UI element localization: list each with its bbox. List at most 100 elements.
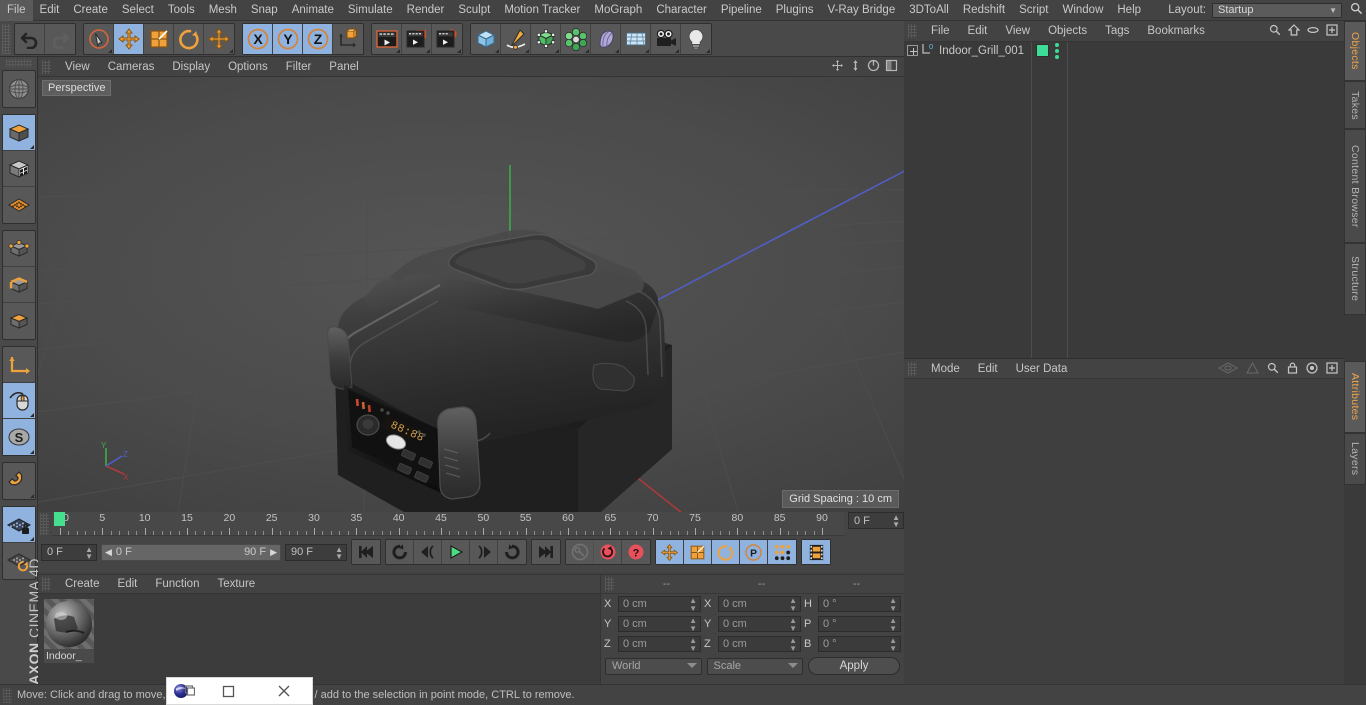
- viewport-menu-filter[interactable]: Filter: [277, 57, 321, 77]
- pos-y-field[interactable]: 0 cm ▲ ▼: [618, 616, 701, 633]
- spinner-icon[interactable]: ▲ ▼: [789, 637, 797, 653]
- menu-simulate[interactable]: Simulate: [341, 0, 400, 21]
- param-key-button[interactable]: P: [740, 540, 768, 564]
- attributes-grip[interactable]: [908, 361, 917, 376]
- menu-render[interactable]: Render: [400, 0, 452, 21]
- current-frame-field-right[interactable]: 0 F ▲ ▼: [848, 512, 904, 529]
- size-y-field[interactable]: 0 cm ▲ ▼: [718, 616, 801, 633]
- edges-mode-button[interactable]: [2, 267, 35, 303]
- axis-x-button[interactable]: X: [243, 23, 273, 54]
- spinner-icon[interactable]: ▲ ▼: [689, 617, 697, 633]
- menu-window[interactable]: Window: [1055, 0, 1110, 21]
- add-environment-button[interactable]: [621, 23, 651, 54]
- menu-plugins[interactable]: Plugins: [769, 0, 821, 21]
- target-icon[interactable]: [1306, 362, 1318, 377]
- magnet-tool-button[interactable]: [3, 463, 35, 499]
- menu-mesh[interactable]: Mesh: [202, 0, 244, 21]
- menu-script[interactable]: Script: [1012, 0, 1055, 21]
- zoom-view-icon[interactable]: [849, 59, 862, 75]
- pan-view-icon[interactable]: [831, 59, 844, 75]
- play-backwards-loop-button[interactable]: [386, 540, 414, 564]
- om-menu-tags[interactable]: Tags: [1096, 21, 1138, 41]
- end-frame-field[interactable]: 90 F ▲ ▼: [285, 543, 347, 561]
- home-icon[interactable]: [1287, 24, 1301, 39]
- add-spline-button[interactable]: [501, 23, 531, 54]
- make-editable-button[interactable]: [3, 71, 35, 107]
- spinner-icon[interactable]: ▲ ▼: [889, 617, 897, 633]
- menu-snap[interactable]: Snap: [244, 0, 285, 21]
- current-frame-field[interactable]: 0 F ▲ ▼: [41, 543, 97, 561]
- plus-box-icon[interactable]: [1326, 24, 1338, 39]
- go-to-end-button[interactable]: [532, 540, 560, 564]
- viewport-canvas[interactable]: 88:88 Perspective Grid Spacing: 10 cm Y…: [38, 77, 904, 512]
- play-forwards-button[interactable]: [442, 540, 470, 564]
- play-loop-button[interactable]: [498, 540, 526, 564]
- at-menu-mode[interactable]: Mode: [922, 359, 969, 379]
- tab-content-browser[interactable]: Content Browser: [1344, 129, 1366, 243]
- render-settings-button[interactable]: [432, 24, 462, 54]
- points-mode-button[interactable]: [2, 231, 35, 267]
- layout-dropdown[interactable]: Startup ▼: [1212, 2, 1342, 18]
- go-to-start-button[interactable]: [352, 540, 380, 564]
- timeline-toggle-button[interactable]: [802, 540, 830, 564]
- viewport-menu-display[interactable]: Display: [163, 57, 219, 77]
- tab-structure[interactable]: Structure: [1344, 243, 1366, 315]
- lock-icon[interactable]: [1287, 362, 1298, 377]
- menu-tools[interactable]: Tools: [161, 0, 202, 21]
- maximize-view-icon[interactable]: [885, 59, 898, 75]
- ellipse-icon[interactable]: [1307, 24, 1319, 39]
- add-cube-button[interactable]: [471, 23, 501, 54]
- scale-tool-button[interactable]: [144, 23, 174, 54]
- workplane-lock-button[interactable]: [2, 507, 35, 543]
- spinner-icon[interactable]: ▲ ▼: [335, 545, 343, 560]
- menu-edit[interactable]: Edit: [33, 0, 67, 21]
- tab-objects[interactable]: Objects: [1344, 21, 1366, 81]
- plus-box-icon[interactable]: [1326, 362, 1338, 377]
- material-manager-body[interactable]: Indoor_: [38, 594, 600, 685]
- point-level-animation-button[interactable]: [768, 540, 796, 564]
- live-selection-button[interactable]: [84, 23, 114, 54]
- viewport-menu-panel[interactable]: Panel: [320, 57, 367, 77]
- material-menu-function[interactable]: Function: [146, 574, 208, 594]
- spinner-icon[interactable]: ▲ ▼: [85, 545, 93, 560]
- menu-file[interactable]: File: [0, 0, 33, 21]
- material-tag-icon[interactable]: [1036, 44, 1049, 57]
- search-icon[interactable]: [1269, 24, 1281, 39]
- spinner-icon[interactable]: ▲ ▼: [789, 617, 797, 633]
- at-menu-edit[interactable]: Edit: [969, 359, 1007, 379]
- spinner-icon[interactable]: ▲ ▼: [689, 597, 697, 613]
- timeline-playhead[interactable]: [54, 512, 65, 526]
- menu-redshift[interactable]: Redshift: [956, 0, 1012, 21]
- search-icon[interactable]: [1267, 362, 1279, 377]
- enable-axis-button[interactable]: [2, 383, 35, 419]
- object-tags-column[interactable]: [1032, 42, 1068, 358]
- expand-plus-icon[interactable]: [907, 45, 918, 56]
- object-manager-empty-area[interactable]: [1068, 42, 1366, 358]
- menu-3dtoall[interactable]: 3DToAll: [902, 0, 956, 21]
- redo-button[interactable]: [45, 24, 75, 54]
- uv-mesh-mode-button[interactable]: [3, 187, 35, 223]
- cone-icon[interactable]: [1246, 361, 1259, 377]
- material-item[interactable]: Indoor_: [44, 599, 94, 663]
- model-mode-button[interactable]: [2, 115, 35, 151]
- viewport-menu-options[interactable]: Options: [219, 57, 277, 77]
- range-left-arrow-icon[interactable]: ◀: [105, 547, 112, 558]
- menu-animate[interactable]: Animate: [285, 0, 341, 21]
- tab-attributes[interactable]: Attributes: [1344, 361, 1366, 433]
- spinner-icon[interactable]: ▲ ▼: [689, 637, 697, 653]
- spinner-icon[interactable]: ▲ ▼: [889, 597, 897, 613]
- at-menu-user-data[interactable]: User Data: [1007, 359, 1077, 379]
- menu-pipeline[interactable]: Pipeline: [714, 0, 769, 21]
- toolbar-grip[interactable]: [2, 23, 11, 54]
- world-coordinate-button[interactable]: [333, 24, 363, 54]
- undo-button[interactable]: [15, 23, 45, 54]
- axis-z-button[interactable]: Z: [303, 23, 333, 54]
- material-grip[interactable]: [42, 577, 51, 591]
- render-view-button[interactable]: [372, 23, 402, 54]
- add-camera-button[interactable]: [651, 23, 681, 54]
- preview-range-bar[interactable]: ◀ 0 F 90 F ▶: [101, 543, 281, 561]
- size-x-field[interactable]: 0 cm ▲ ▼: [718, 596, 801, 613]
- menu-motion-tracker[interactable]: Motion Tracker: [497, 0, 587, 21]
- menu-sculpt[interactable]: Sculpt: [451, 0, 497, 21]
- tab-layers[interactable]: Layers: [1344, 433, 1366, 485]
